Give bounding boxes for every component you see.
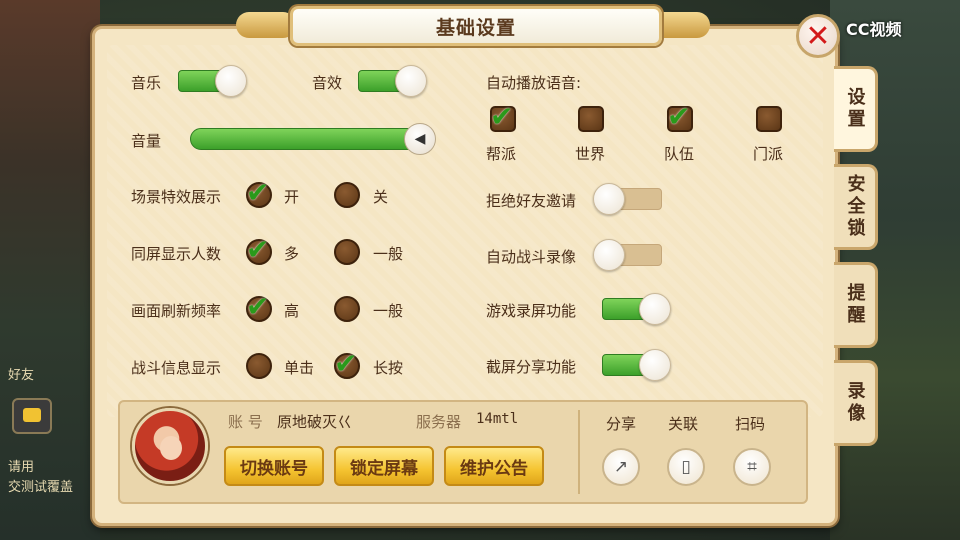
tab-replay[interactable]: 录像	[834, 360, 878, 446]
toggle-knob	[395, 65, 427, 97]
option-value-1: 高	[284, 302, 300, 320]
share-icon: ↗	[613, 457, 629, 477]
tab-reminder[interactable]: 提醒	[834, 262, 878, 348]
music-toggle[interactable]	[178, 65, 247, 97]
check-icon: ✔	[667, 100, 691, 133]
avatar-face	[160, 436, 182, 460]
voice-channel-label: 门派	[753, 145, 784, 163]
share-button[interactable]: ↗	[602, 448, 640, 486]
option-label: 战斗信息显示	[131, 359, 222, 377]
option-radio-2[interactable]	[334, 296, 360, 322]
share-label: 分享	[606, 415, 637, 433]
chat-icon[interactable]	[12, 398, 52, 434]
toggle-knob	[639, 349, 671, 381]
check-icon: ✔	[246, 233, 270, 266]
music-label: 音乐	[131, 74, 162, 92]
toggle-label: 截屏分享功能	[486, 358, 577, 376]
link-phone-button[interactable]: ▯	[667, 448, 705, 486]
toggle-knob	[593, 183, 625, 215]
reject-friend-toggle[interactable]	[593, 183, 662, 215]
volume-slider[interactable]	[190, 128, 420, 150]
option-value-1: 开	[284, 188, 300, 206]
tab-settings[interactable]: 设置	[834, 66, 878, 152]
server-value: 14mtl	[476, 411, 519, 427]
toggle-knob	[215, 65, 247, 97]
voice-channel-label: 世界	[575, 145, 606, 163]
toggle-label: 自动战斗录像	[486, 248, 577, 266]
option-value-2: 一般	[373, 245, 404, 263]
screenshot-share-toggle[interactable]	[602, 349, 671, 381]
close-button[interactable]: ✕	[796, 14, 840, 58]
sfx-label: 音效	[312, 74, 343, 92]
voice-channel-label: 帮派	[486, 145, 517, 163]
option-value-1: 单击	[284, 359, 315, 377]
scan-icon: ⌗	[747, 457, 757, 477]
server-label: 服务器	[416, 413, 462, 431]
option-label: 画面刷新频率	[131, 302, 222, 320]
account-value: 原地破灭巜	[277, 413, 353, 431]
option-label: 场景特效展示	[131, 188, 222, 206]
link-label: 关联	[668, 415, 699, 433]
title-ornament-left	[236, 12, 296, 38]
option-radio-1[interactable]	[246, 353, 272, 379]
option-radio-2[interactable]	[334, 182, 360, 208]
phone-icon: ▯	[681, 457, 691, 477]
option-radio-2[interactable]: ✔	[334, 347, 360, 380]
watermark-logo: CC视频	[846, 20, 902, 39]
option-radio-1[interactable]: ✔	[246, 233, 272, 266]
voice-channel-label: 队伍	[664, 145, 695, 163]
option-label: 同屏显示人数	[131, 245, 222, 263]
speaker-icon: ◀	[414, 131, 426, 147]
voice-checkbox-world[interactable]	[578, 106, 604, 132]
check-icon: ✔	[334, 347, 358, 380]
screen-record-toggle[interactable]	[602, 293, 671, 325]
voice-checkbox-sect[interactable]	[756, 106, 782, 132]
bg-chat-text: 请用	[8, 460, 35, 475]
auto-voice-label: 自动播放语音:	[486, 74, 582, 92]
volume-label: 音量	[131, 132, 162, 150]
voice-checkbox-guild[interactable]: ✔	[490, 100, 516, 133]
check-icon: ✔	[246, 290, 270, 323]
toggle-knob	[593, 239, 625, 271]
auto-battle-record-toggle[interactable]	[593, 239, 662, 271]
option-value-2: 一般	[373, 302, 404, 320]
check-icon: ✔	[246, 176, 270, 209]
option-value-2: 长按	[373, 359, 404, 377]
maintenance-notice-button[interactable]: 维护公告	[444, 446, 544, 486]
tab-security-lock[interactable]: 安全锁	[834, 164, 878, 250]
bg-friend-text: 好友	[8, 368, 35, 383]
toggle-label: 游戏录屏功能	[486, 302, 577, 320]
switch-account-button[interactable]: 切换账号	[224, 446, 324, 486]
option-value-1: 多	[284, 245, 300, 263]
voice-checkbox-team[interactable]: ✔	[667, 100, 693, 133]
option-radio-2[interactable]	[334, 239, 360, 265]
sfx-toggle[interactable]	[358, 65, 427, 97]
scan-code-button[interactable]: ⌗	[733, 448, 771, 486]
option-value-2: 关	[373, 188, 389, 206]
option-radio-1[interactable]: ✔	[246, 176, 272, 209]
panel-title: 基础设置	[290, 6, 662, 46]
lock-screen-button[interactable]: 锁定屏幕	[334, 446, 434, 486]
volume-handle[interactable]: ◀	[404, 123, 436, 155]
divider	[578, 410, 580, 494]
close-icon: ✕	[805, 18, 831, 54]
account-label: 账 号	[228, 413, 263, 431]
toggle-knob	[639, 293, 671, 325]
bg-chat-text-2: 交测试覆盖	[8, 480, 74, 495]
scan-label: 扫码	[735, 415, 766, 433]
option-radio-1[interactable]: ✔	[246, 290, 272, 323]
check-icon: ✔	[490, 100, 514, 133]
toggle-label: 拒绝好友邀请	[486, 192, 577, 210]
